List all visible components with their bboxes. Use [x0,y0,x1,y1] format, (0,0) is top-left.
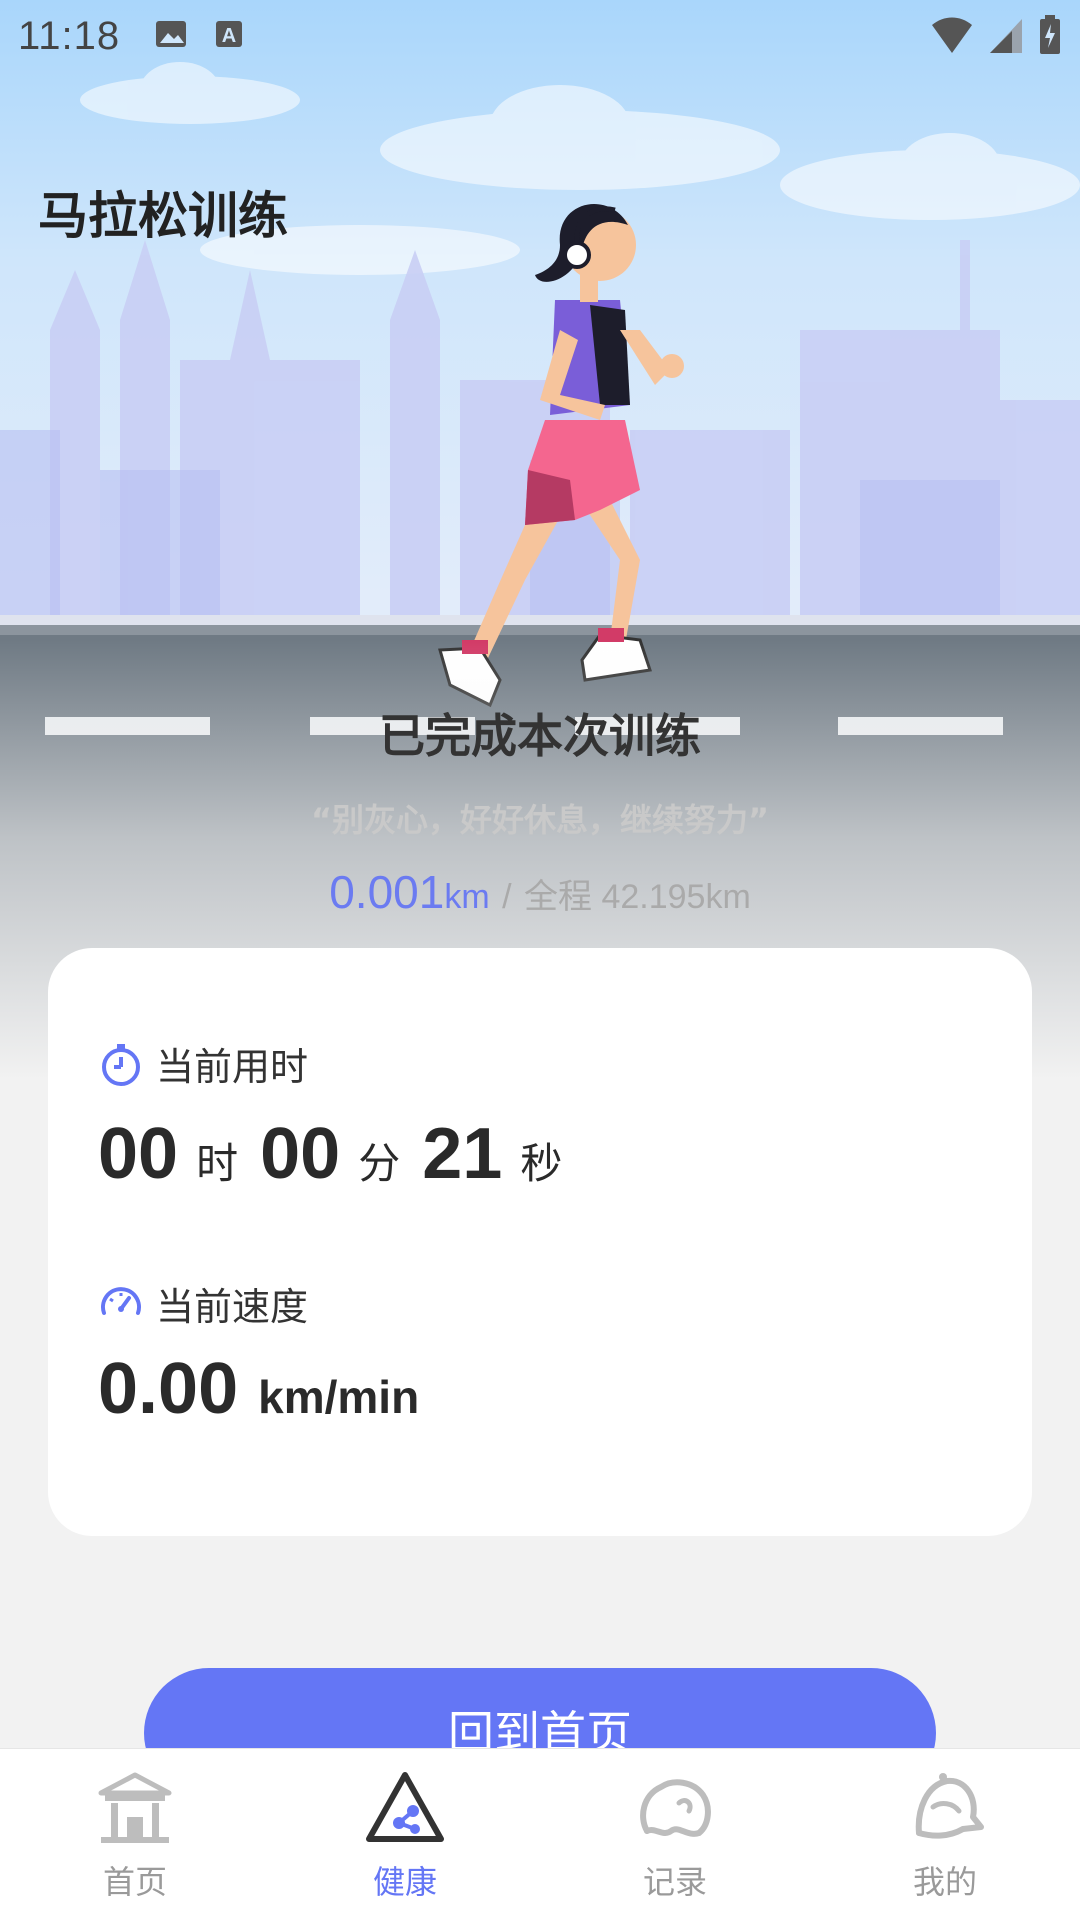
speed-label: 当前速度 [156,1285,309,1329]
minutes-value: 00 [260,1114,341,1194]
health-triangle-icon [366,1772,444,1842]
minutes-unit: 分 [358,1139,401,1188]
nav-label-home: 首页 [102,1863,167,1901]
stopwatch-icon [102,1043,140,1086]
record-cloud-icon [640,1779,711,1837]
hours-value: 00 [98,1114,179,1194]
status-bar: 11:18 A [0,0,1080,72]
image-icon [154,17,188,56]
nav-item-records[interactable]: 记录 [540,1749,810,1920]
distance-separator: / [502,878,512,916]
nav-label-profile: 我的 [912,1863,977,1901]
stats-card: 当前用时 00 时 00 分 21 秒 当前速度 0.00 km/min [48,948,1032,1536]
nav-item-health[interactable]: 健康 [270,1749,540,1920]
nav-item-profile[interactable]: 我的 [810,1749,1080,1920]
profile-bell-icon [915,1773,984,1839]
distance-value: 0.001 [329,866,445,918]
elapsed-time: 00 时 00 分 21 秒 [98,1113,584,1195]
time-label: 当前用时 [156,1045,309,1089]
current-speed: 0.00 km/min [98,1348,419,1430]
hours-unit: 时 [196,1139,239,1188]
status-time: 11:18 [18,13,121,58]
page-title: 马拉松训练 [38,187,288,245]
speed-label-row: 当前速度 [98,1276,308,1331]
motivation-quote: “别灰心，好好休息，继续努力” [310,801,770,839]
nav-label-records: 记录 [642,1863,707,1901]
nav-label-health: 健康 [372,1863,437,1901]
svg-text:A: A [222,25,236,47]
signal-icon [988,15,1024,60]
time-label-row: 当前用时 [98,1036,308,1091]
speed-value: 0.00 [98,1349,239,1429]
speed-unit: km/min [258,1371,420,1423]
bottom-nav: 首页 健康 记录 我的 [0,1748,1080,1920]
pavilion-icon [98,1772,172,1843]
wifi-icon [930,15,974,60]
nav-item-home[interactable]: 首页 [0,1749,270,1920]
seconds-unit: 秒 [520,1139,563,1188]
distance-total: 全程 42.195km [524,878,751,916]
speedometer-icon [101,1286,141,1315]
battery-charging-icon [1038,14,1062,61]
font-a-icon: A [214,17,244,56]
completion-title: 已完成本次训练 [379,709,701,763]
seconds-value: 21 [422,1114,503,1194]
distance-unit: km [444,878,490,916]
distance-summary: 0.001km / 全程 42.195km [0,865,1080,919]
